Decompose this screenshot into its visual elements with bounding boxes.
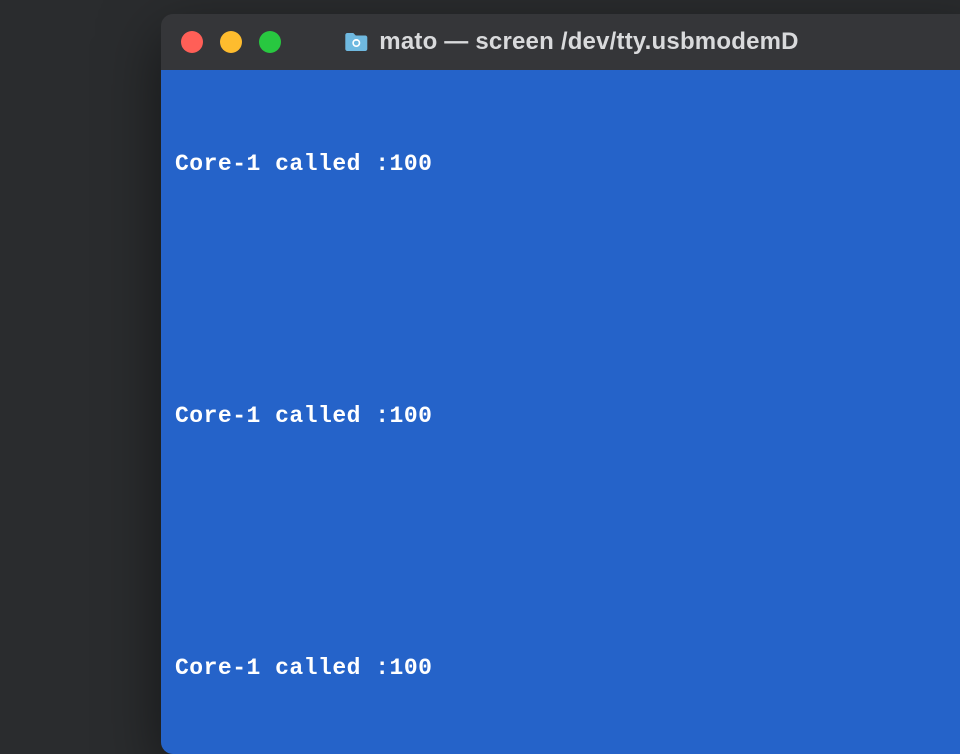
terminal-content[interactable]: Core-1 called :100 Core-1 called :100 Co… — [161, 70, 960, 754]
close-button[interactable] — [181, 31, 203, 53]
title-wrap: mato — screen /dev/tty.usbmodemD — [343, 28, 798, 56]
terminal-line — [175, 486, 960, 514]
terminal-line — [175, 570, 960, 598]
titlebar[interactable]: mato — screen /dev/tty.usbmodemD — [161, 14, 960, 70]
terminal-line: Core-1 called :100 — [175, 402, 960, 430]
terminal-window: mato — screen /dev/tty.usbmodemD Core-1 … — [161, 14, 960, 754]
terminal-line: Core-1 called :100 — [175, 654, 960, 682]
terminal-line — [175, 738, 960, 754]
folder-icon — [343, 31, 369, 53]
terminal-line — [175, 318, 960, 346]
terminal-line — [175, 234, 960, 262]
traffic-lights — [181, 31, 281, 53]
minimize-button[interactable] — [220, 31, 242, 53]
window-title: mato — screen /dev/tty.usbmodemD — [379, 28, 798, 56]
maximize-button[interactable] — [259, 31, 281, 53]
terminal-line: Core-1 called :100 — [175, 150, 960, 178]
